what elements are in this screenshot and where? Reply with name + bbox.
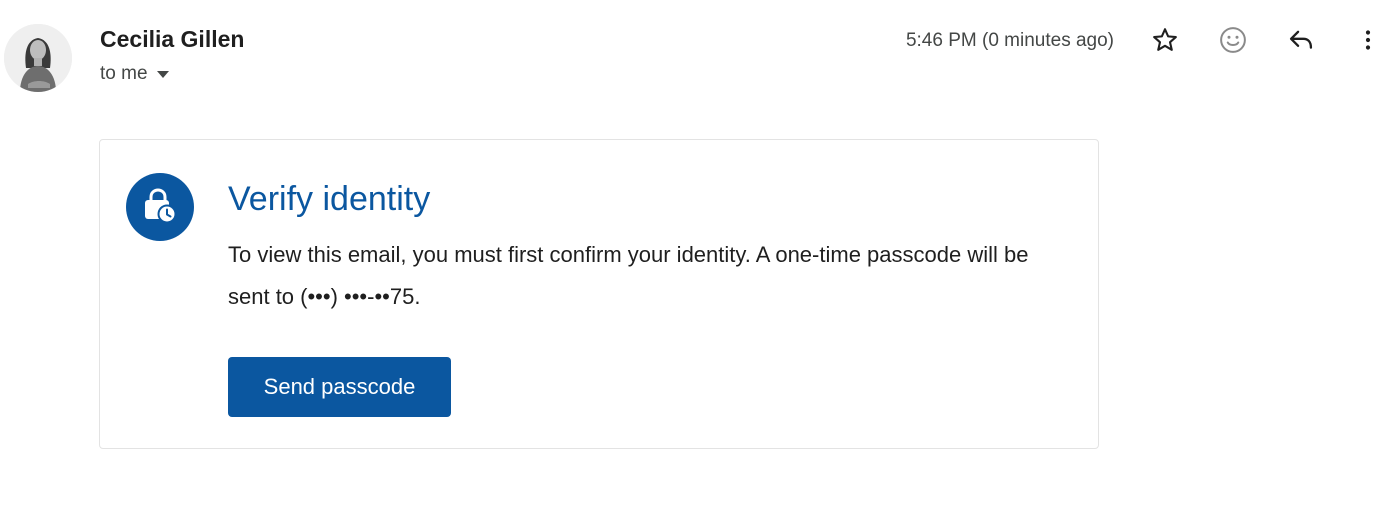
message-timestamp: 5:46 PM (0 minutes ago) — [905, 30, 1114, 51]
verify-identity-card: Verify identity To view this email, you … — [99, 139, 1099, 449]
star-button[interactable] — [1145, 20, 1185, 60]
card-title: Verify identity — [228, 180, 431, 218]
recipient-label: to me — [100, 63, 148, 84]
reply-icon — [1289, 30, 1313, 49]
add-reaction-button[interactable] — [1213, 20, 1253, 60]
sender-avatar[interactable] — [4, 24, 72, 92]
reply-button[interactable] — [1281, 20, 1321, 60]
verify-badge — [126, 173, 194, 241]
send-passcode-button[interactable]: Send passcode — [228, 357, 451, 417]
sender-name[interactable]: Cecilia Gillen — [100, 26, 244, 53]
emoji-icon — [1220, 27, 1246, 53]
avatar-photo — [4, 24, 72, 92]
caret-down-icon — [156, 71, 169, 78]
card-message: To view this email, you must first confi… — [228, 242, 1029, 309]
more-options-button[interactable] — [1348, 20, 1388, 60]
recipient-details-toggle[interactable]: to me — [100, 63, 170, 85]
more-vert-icon — [1365, 30, 1371, 50]
star-icon — [1153, 28, 1177, 51]
lock-clock-icon — [145, 188, 177, 224]
email-view: Cecilia Gillen to me 5:46 PM (0 minutes … — [0, 0, 1400, 512]
